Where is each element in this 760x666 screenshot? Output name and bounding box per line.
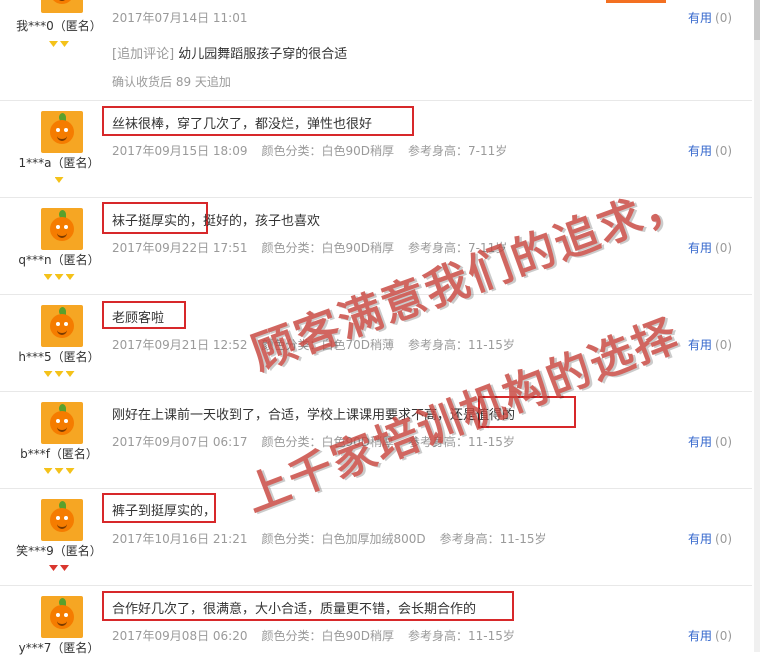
review-item: y***7（匿名） 合作好几次了，很满意，大小合适，质量更不错，会长期合作的 2… [0, 586, 752, 666]
reviewer-nickname: b***f（匿名） [20, 447, 98, 461]
useful-button[interactable]: 有用 (0) [688, 627, 732, 644]
append-review-tag: [追加评论] [112, 47, 175, 62]
avatar[interactable] [41, 111, 83, 153]
avatar[interactable] [41, 499, 83, 541]
review-meta: 2017年10月16日 21:21 颜色分类：白色加厚加绒800D 参考身高：11-… [112, 530, 561, 547]
useful-count: (0) [715, 11, 733, 25]
review-content: 老顾客啦 [112, 311, 165, 326]
reviewer-level-icon [0, 176, 118, 186]
useful-count: (0) [715, 532, 733, 546]
top-right-edge [606, 0, 666, 3]
useful-count: (0) [715, 629, 733, 643]
useful-count: (0) [715, 338, 733, 352]
avatar[interactable] [41, 402, 83, 444]
review-date: 2017年10月16日 21:21 [112, 532, 248, 546]
review-color: 颜色分类：白色90D稍厚 [261, 144, 394, 158]
useful-button[interactable]: 有用 (0) [688, 142, 732, 159]
useful-button[interactable]: 有用 (0) [688, 433, 732, 450]
review-date: 2017年09月22日 17:51 [112, 241, 248, 255]
review-item: 我***0（匿名） 2017年07月14日 11:01 [追加评论] 幼儿园舞蹈… [0, 0, 752, 101]
useful-count: (0) [715, 241, 733, 255]
review-date: 2017年09月15日 18:09 [112, 144, 248, 158]
avatar[interactable] [41, 208, 83, 250]
scrollbar-thumb[interactable] [754, 0, 760, 40]
review-date: 2017年09月08日 06:20 [112, 629, 248, 643]
review-height: 参考身高：11-15岁 [408, 338, 515, 352]
useful-button[interactable]: 有用 (0) [688, 9, 732, 26]
useful-button[interactable]: 有用 (0) [688, 239, 732, 256]
reviewer-nickname: 我***0（匿名） [16, 19, 102, 33]
review-date: 2017年07月14日 11:01 [112, 11, 248, 25]
review-height: 参考身高：11-15岁 [439, 532, 547, 546]
review-meta: 2017年09月15日 18:09 颜色分类：白色90D稍厚 参考身高：7-11岁 [112, 142, 521, 159]
review-height: 参考身高：7-11岁 [408, 144, 508, 158]
review-date: 2017年09月21日 12:52 [112, 338, 248, 352]
reviewer-nickname: q***n（匿名） [18, 253, 100, 267]
avatar[interactable] [41, 0, 83, 13]
review-content: 合作好几次了，很满意，大小合适，质量更不错，会长期合作的 [112, 602, 477, 617]
review-content: 裤子到挺厚实的， [112, 504, 217, 519]
review-color: 颜色分类：白色加厚加绒800D [261, 532, 426, 546]
review-color: 颜色分类：白色90D稍厚 [261, 241, 394, 255]
useful-button[interactable]: 有用 (0) [688, 530, 732, 547]
reviewer-nickname: 1***a（匿名） [18, 156, 100, 170]
review-height: 参考身高：11-15岁 [408, 629, 515, 643]
review-meta: 2017年09月08日 06:20 颜色分类：白色90D稍厚 参考身高：11-15岁 [112, 627, 529, 644]
reviewer-nickname: h***5（匿名） [18, 350, 100, 364]
useful-button[interactable]: 有用 (0) [688, 336, 732, 353]
reviewer-nickname: y***7（匿名） [18, 641, 100, 655]
useful-count: (0) [715, 435, 733, 449]
reviewer-level-icon [0, 467, 118, 477]
avatar[interactable] [41, 305, 83, 347]
review-date: 2017年09月07日 06:17 [112, 435, 248, 449]
reviewer-nickname: 笑***9（匿名） [16, 544, 102, 558]
reviewer-level-icon [0, 370, 118, 380]
scrollbar[interactable] [754, 0, 760, 652]
reviewer-level-icon [0, 564, 118, 574]
avatar[interactable] [41, 596, 83, 638]
review-item: 笑***9（匿名） 裤子到挺厚实的， 2017年10月16日 21:21 颜色分类… [0, 489, 752, 586]
append-review-meta: 确认收货后 89 天追加 [112, 75, 231, 89]
review-content: 丝袜很棒，穿了几次了，都没烂，弹性也很好 [112, 117, 373, 132]
useful-count: (0) [715, 144, 733, 158]
review-color: 颜色分类：白色90D稍厚 [261, 629, 394, 643]
review-content: 袜子挺厚实的，挺好的，孩子也喜欢 [112, 214, 321, 229]
reviewer-level-icon [0, 40, 118, 50]
append-review-content: [追加评论] 幼儿园舞蹈服孩子穿的很合适 [112, 47, 348, 62]
reviewer-level-icon [0, 273, 118, 283]
